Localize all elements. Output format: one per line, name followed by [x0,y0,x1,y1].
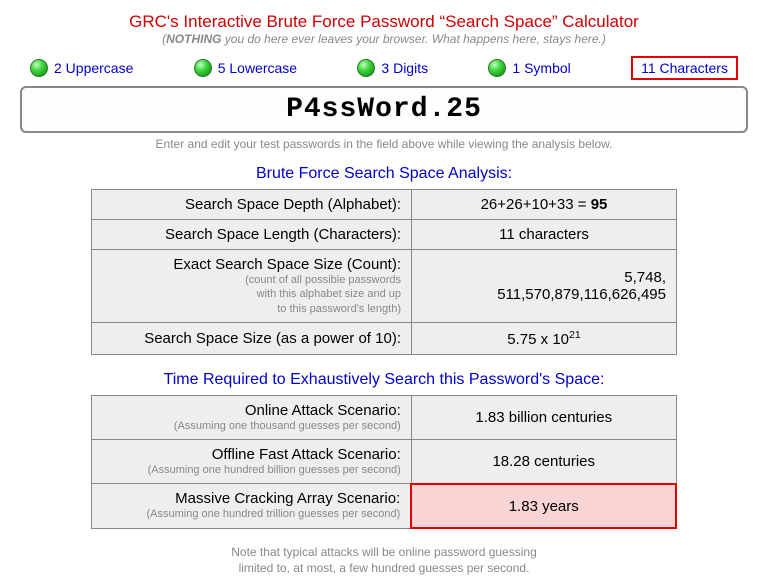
stat-uppercase: 2 Uppercase [30,59,133,77]
depth-value: 26+26+10+33 = 95 [412,190,677,220]
analysis-table: Search Space Depth (Alphabet): 26+26+10+… [91,189,677,355]
online-label: Online Attack Scenario: (Assuming one th… [91,395,411,439]
table-row: Online Attack Scenario: (Assuming one th… [91,395,676,439]
power-label: Search Space Size (as a power of 10): [92,322,412,354]
table-row: Search Space Size (as a power of 10): 5.… [92,322,677,354]
power-value: 5.75 x 1021 [412,322,677,354]
massive-label: Massive Cracking Array Scenario: (Assumi… [91,484,411,528]
depth-label: Search Space Depth (Alphabet): [92,190,412,220]
table-row: Exact Search Space Size (Count): (count … [92,250,677,323]
status-dot-icon [357,59,375,77]
status-dot-icon [488,59,506,77]
time-table: Online Attack Scenario: (Assuming one th… [91,395,678,529]
input-hint: Enter and edit your test passwords in th… [20,137,748,151]
footnote: Note that typical attacks will be online… [20,545,748,576]
status-dot-icon [30,59,48,77]
stat-lowercase: 5 Lowercase [194,59,297,77]
count-value: 5,748, 511,570,879,116,626,495 [412,250,677,323]
offline-value: 18.28 centuries [411,440,676,484]
length-label: Search Space Length (Characters): [92,220,412,250]
time-title: Time Required to Exhaustively Search thi… [20,371,748,389]
table-row: Massive Cracking Array Scenario: (Assumi… [91,484,676,528]
stat-characters-box: 11 Characters [631,56,738,80]
length-value: 11 characters [412,220,677,250]
password-input[interactable] [20,86,748,133]
table-row: Search Space Length (Characters): 11 cha… [92,220,677,250]
character-stats-row: 2 Uppercase 5 Lowercase 3 Digits 1 Symbo… [20,56,748,80]
offline-label: Offline Fast Attack Scenario: (Assuming … [91,440,411,484]
page-title: GRC's Interactive Brute Force Password “… [20,12,748,32]
page-subtitle: (NOTHING you do here ever leaves your br… [20,32,748,46]
online-value: 1.83 billion centuries [411,395,676,439]
stat-digits: 3 Digits [357,59,428,77]
table-row: Offline Fast Attack Scenario: (Assuming … [91,440,676,484]
massive-value: 1.83 years [411,484,676,528]
status-dot-icon [194,59,212,77]
table-row: Search Space Depth (Alphabet): 26+26+10+… [92,190,677,220]
stat-symbol: 1 Symbol [488,59,570,77]
count-label: Exact Search Space Size (Count): (count … [92,250,412,323]
analysis-title: Brute Force Search Space Analysis: [20,165,748,183]
